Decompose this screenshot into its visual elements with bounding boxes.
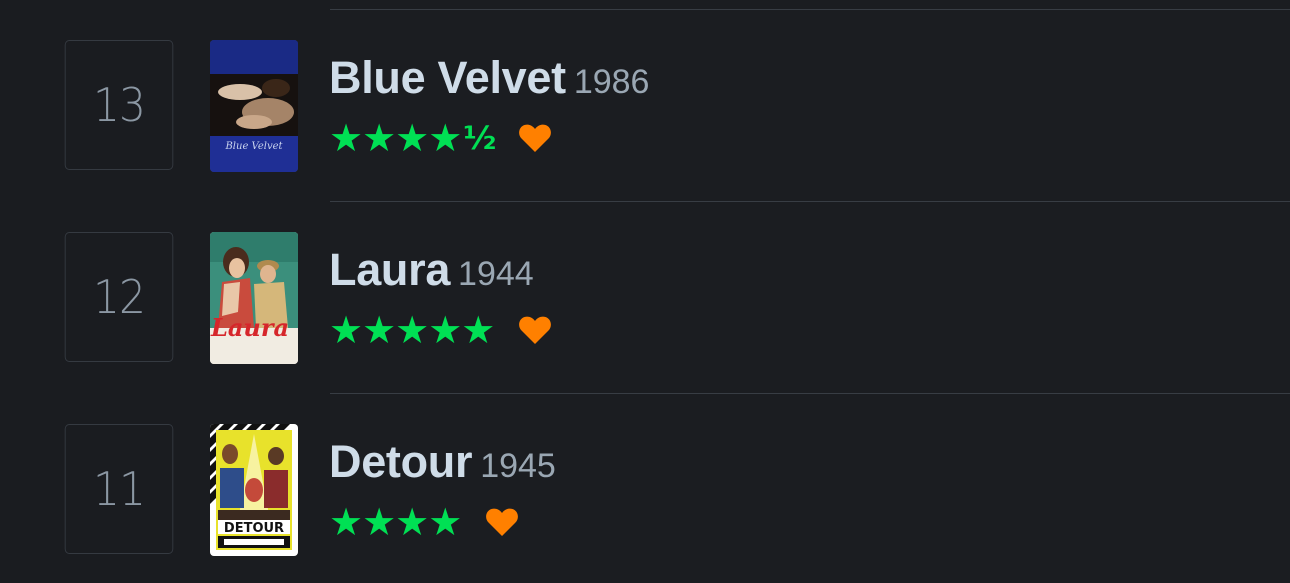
heart-icon: [519, 124, 552, 152]
poster-caption: Blue Velvet: [224, 141, 283, 152]
film-list-item[interactable]: 12 Laura Laura 1944 ★★★★★: [0, 192, 1290, 384]
heart-icon: [486, 508, 519, 536]
rating-row: ★★★★: [329, 502, 519, 542]
film-list-page: 13 Blue Velvet Blue Velvet 1986 ★★★★ ½ 1…: [0, 0, 1290, 583]
film-title[interactable]: Detour: [329, 436, 473, 487]
film-title[interactable]: Laura: [329, 244, 450, 295]
poster-blue-velvet-icon: Blue Velvet: [210, 40, 298, 172]
film-title-line[interactable]: Detour 1945: [329, 436, 556, 488]
film-poster[interactable]: DETOUR: [210, 424, 298, 556]
film-poster[interactable]: Blue Velvet: [210, 40, 298, 172]
rank-badge: 13: [64, 40, 174, 170]
film-title-line[interactable]: Laura 1944: [329, 244, 534, 296]
film-title-line[interactable]: Blue Velvet 1986: [329, 52, 649, 104]
rank-number: 11: [92, 462, 146, 516]
star-rating: ★★★★: [329, 116, 462, 160]
rating-row: ★★★★★: [329, 310, 552, 350]
film-year[interactable]: 1986: [574, 63, 650, 101]
poster-laura-icon: Laura: [210, 232, 298, 364]
poster-caption: DETOUR: [224, 521, 284, 536]
poster-caption: Laura: [210, 313, 289, 342]
star-rating: ★★★★★: [329, 308, 495, 352]
film-list-item[interactable]: 13 Blue Velvet Blue Velvet 1986 ★★★★ ½: [0, 0, 1290, 192]
film-title[interactable]: Blue Velvet: [329, 52, 566, 103]
film-poster[interactable]: Laura: [210, 232, 298, 364]
half-star: ½: [463, 119, 497, 157]
rank-number: 13: [92, 78, 146, 132]
film-year[interactable]: 1945: [480, 447, 556, 485]
rank-badge: 11: [64, 424, 174, 554]
film-list-item[interactable]: 11 DETOUR Detour 1945 ★★★★: [0, 384, 1290, 576]
rank-number: 12: [92, 270, 146, 324]
rating-row: ★★★★ ½: [329, 118, 552, 158]
poster-detour-icon: DETOUR: [210, 424, 298, 556]
film-year[interactable]: 1944: [458, 255, 534, 293]
heart-icon: [519, 316, 552, 344]
star-rating: ★★★★: [329, 500, 462, 544]
rank-badge: 12: [64, 232, 174, 362]
